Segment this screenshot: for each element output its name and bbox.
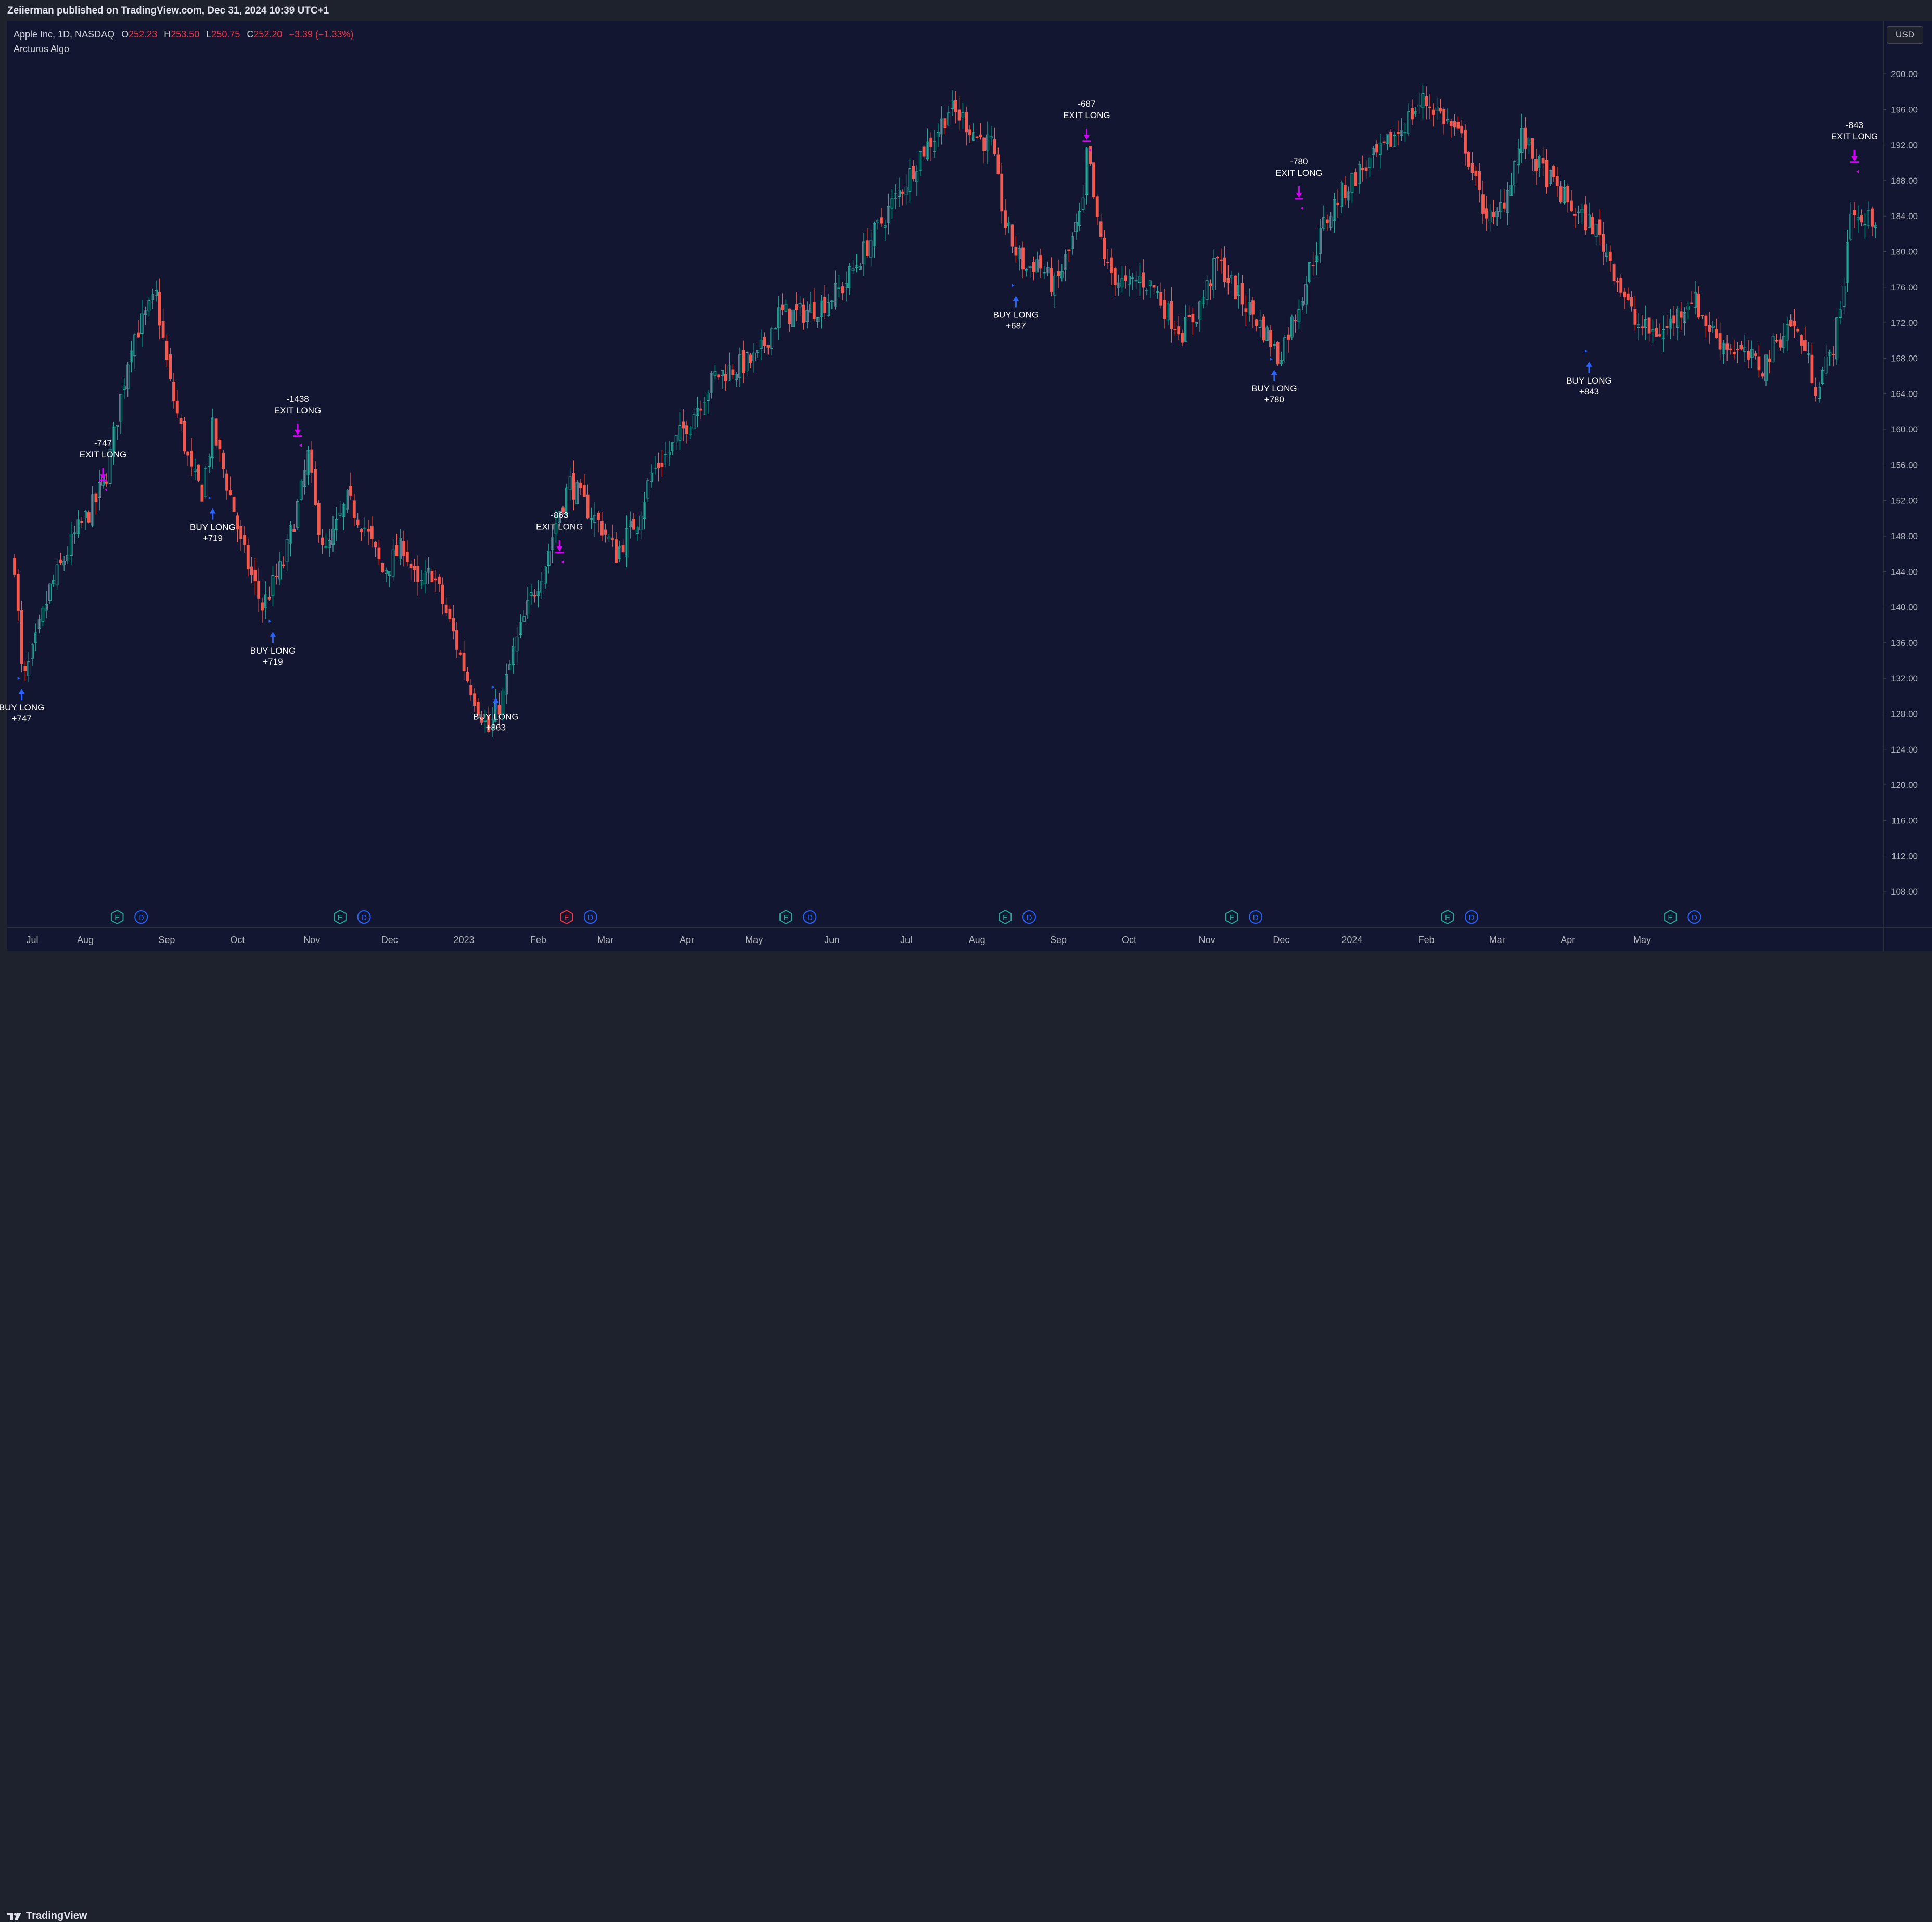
legend-close-label: C bbox=[247, 29, 254, 40]
time-axis[interactable] bbox=[7, 927, 1883, 952]
legend-low-label: L bbox=[206, 29, 212, 40]
footer: TradingView bbox=[0, 951, 1932, 1921]
currency-button[interactable]: USD bbox=[1887, 26, 1923, 44]
top-bar: Zeiierman published on TradingView.com, … bbox=[0, 0, 1932, 22]
chart-legend: Apple Inc, 1D, NASDAQ O252.23 H253.50 L2… bbox=[14, 27, 354, 56]
left-strip bbox=[0, 21, 7, 951]
axis-corner bbox=[1883, 927, 1932, 952]
legend-close: 252.20 bbox=[253, 29, 283, 40]
publish-info: Zeiierman published on TradingView.com, … bbox=[7, 5, 329, 16]
legend-symbol: Apple Inc, 1D, NASDAQ bbox=[14, 29, 115, 40]
legend-high-label: H bbox=[164, 29, 171, 40]
legend-low: 250.75 bbox=[211, 29, 240, 40]
legend-open: 252.23 bbox=[129, 29, 158, 40]
price-axis[interactable] bbox=[1883, 21, 1932, 927]
legend-high: 253.50 bbox=[171, 29, 200, 40]
legend-ohlc-row: Apple Inc, 1D, NASDAQ O252.23 H253.50 L2… bbox=[14, 27, 354, 42]
tradingview-logo[interactable]: TradingView bbox=[7, 1910, 87, 1922]
legend-indicator-name[interactable]: Arcturus Algo bbox=[14, 44, 69, 54]
tradingview-brand: TradingView bbox=[26, 1910, 87, 1921]
legend-open-label: O bbox=[121, 29, 129, 40]
tradingview-logo-icon bbox=[7, 1912, 21, 1920]
chart-pane[interactable] bbox=[7, 21, 1883, 927]
legend-indicator-row[interactable]: Arcturus Algo bbox=[14, 42, 354, 56]
legend-change: −3.39 (−1.33%) bbox=[289, 29, 354, 40]
